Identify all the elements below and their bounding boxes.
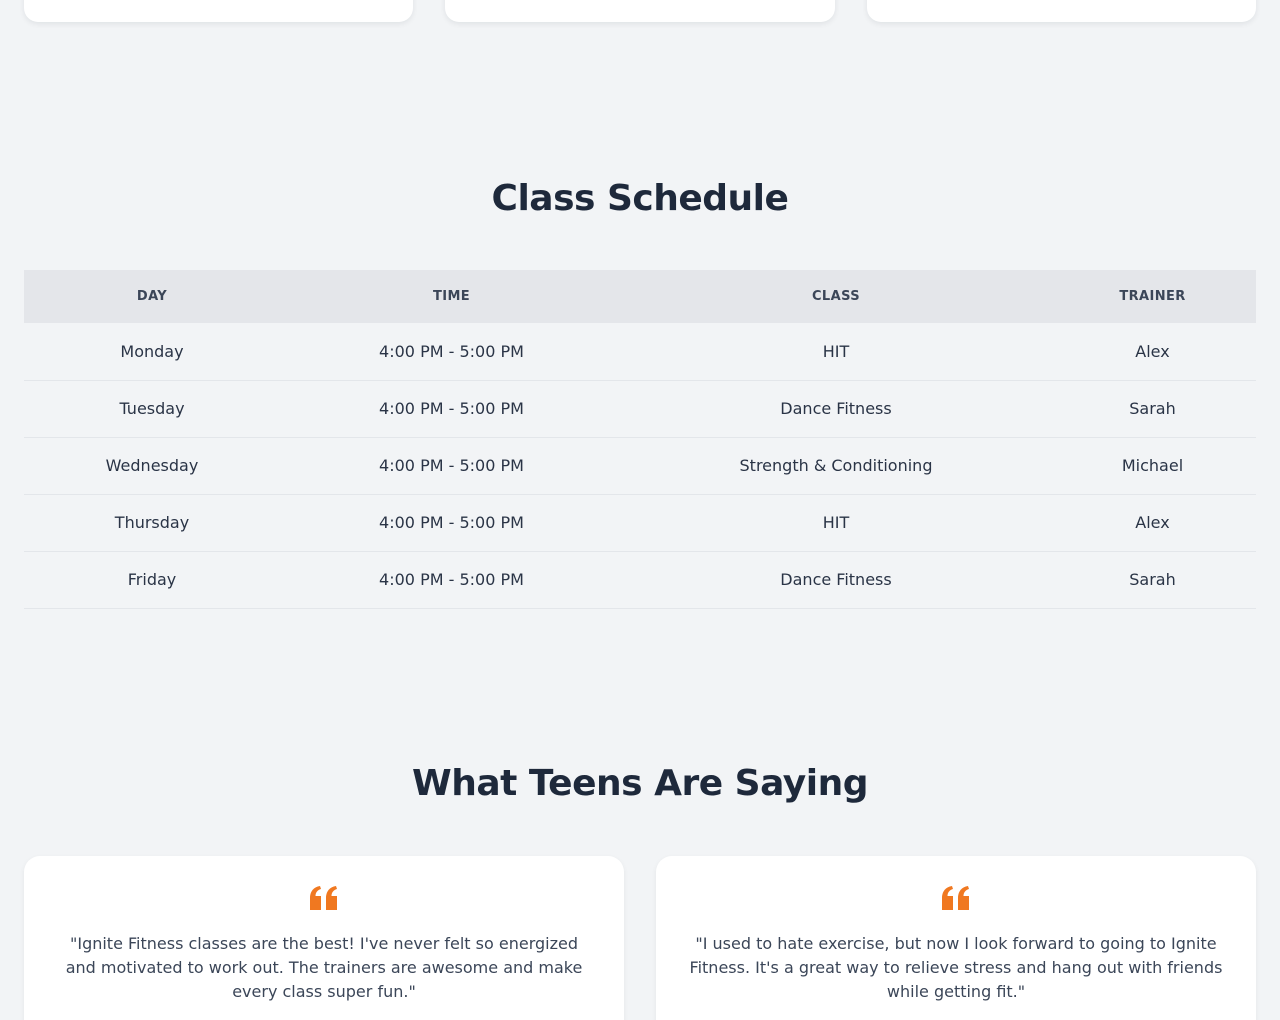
testimonials-row: "Ignite Fitness classes are the best! I'… xyxy=(24,856,1256,1020)
feature-card xyxy=(24,0,414,22)
testimonial-text: "Ignite Fitness classes are the best! I'… xyxy=(65,934,583,1001)
cell-class: HIT xyxy=(623,494,1049,552)
header-time: TIME xyxy=(432,289,471,304)
cell-class: Strength & Conditioning xyxy=(623,437,1049,495)
quote-left-icon xyxy=(310,886,338,910)
testimonial-text: "I used to hate exercise, but now I look… xyxy=(689,934,1223,1001)
cell-class: HIT xyxy=(623,323,1049,381)
cell-day: Tuesday xyxy=(24,380,280,438)
schedule-title: Class Schedule xyxy=(491,178,789,219)
schedule-table-body: Monday 4:00 PM - 5:00 PM HIT Alex Tuesda… xyxy=(24,323,1256,609)
table-row: Wednesday 4:00 PM - 5:00 PM Strength & C… xyxy=(24,437,1256,495)
cell-trainer: Sarah xyxy=(1049,380,1256,438)
top-cards-row xyxy=(24,0,1256,22)
header-class: CLASS xyxy=(811,289,861,304)
schedule-table-head: DAY TIME CLASS TRAINER xyxy=(24,270,1256,323)
table-row: Thursday 4:00 PM - 5:00 PM HIT Alex xyxy=(24,494,1256,552)
table-row: Tuesday 4:00 PM - 5:00 PM Dance Fitness … xyxy=(24,380,1256,438)
cell-day: Thursday xyxy=(24,494,280,552)
cell-day: Wednesday xyxy=(24,437,280,495)
schedule-table: DAY TIME CLASS TRAINER Monday 4:00 PM - … xyxy=(24,270,1256,609)
cell-trainer: Sarah xyxy=(1049,551,1256,609)
quote-left-icon xyxy=(942,886,970,910)
cell-time: 4:00 PM - 5:00 PM xyxy=(280,437,623,495)
header-day: DAY xyxy=(136,289,168,304)
testimonial-card: "I used to hate exercise, but now I look… xyxy=(656,856,1256,1020)
cell-time: 4:00 PM - 5:00 PM xyxy=(280,323,623,381)
schedule-header-row: DAY TIME CLASS TRAINER xyxy=(24,270,1256,323)
feature-card xyxy=(866,0,1256,22)
cell-time: 4:00 PM - 5:00 PM xyxy=(280,380,623,438)
cell-trainer: Michael xyxy=(1049,437,1256,495)
cell-trainer: Alex xyxy=(1049,494,1256,552)
cell-time: 4:00 PM - 5:00 PM xyxy=(280,551,623,609)
table-row: Monday 4:00 PM - 5:00 PM HIT Alex xyxy=(24,323,1256,381)
page: Class Schedule DAY TIME CLASS TRAINER Mo… xyxy=(0,0,1280,1020)
testimonial-card: "Ignite Fitness classes are the best! I'… xyxy=(24,856,624,1020)
testimonials-title: What Teens Are Saying xyxy=(412,763,868,804)
feature-card xyxy=(445,0,835,22)
cell-time: 4:00 PM - 5:00 PM xyxy=(280,494,623,552)
cell-class: Dance Fitness xyxy=(623,551,1049,609)
table-row: Friday 4:00 PM - 5:00 PM Dance Fitness S… xyxy=(24,551,1256,609)
header-trainer: TRAINER xyxy=(1119,289,1186,304)
cell-class: Dance Fitness xyxy=(623,380,1049,438)
cell-day: Monday xyxy=(24,323,280,381)
cell-trainer: Alex xyxy=(1049,323,1256,381)
cell-day: Friday xyxy=(24,551,280,609)
